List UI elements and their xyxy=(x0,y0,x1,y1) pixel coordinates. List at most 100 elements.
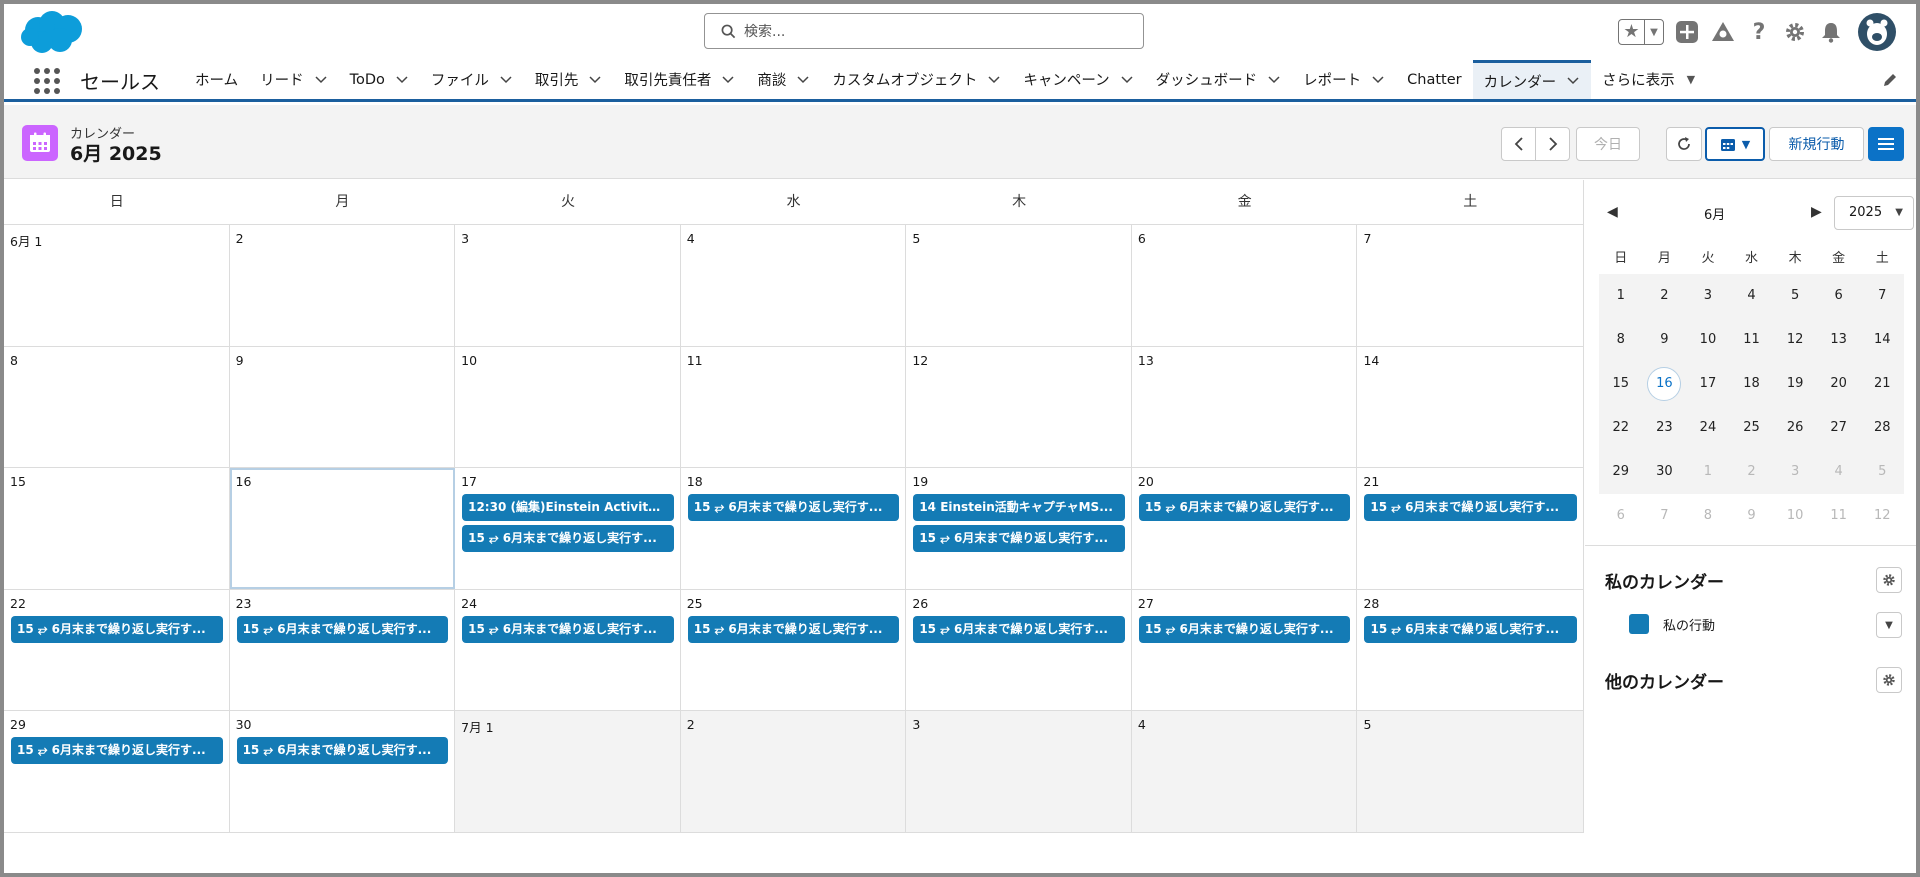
calendar-event[interactable]: 15 ⥂ 6月末まで繰り返し実行す... xyxy=(462,615,674,643)
day-cell[interactable]: 6月 1 xyxy=(4,225,230,346)
day-cell[interactable]: 18 15 ⥂ 6月末まで繰り返し実行す... xyxy=(681,468,907,589)
mini-day[interactable]: 3 xyxy=(1686,274,1730,318)
day-cell[interactable]: 29 15 ⥂ 6月末まで繰り返し実行す... xyxy=(4,711,230,832)
day-cell[interactable]: 17 12:30 (編集)Einstein Activity C... 15 ⥂ 6… xyxy=(455,468,681,589)
mini-day[interactable]: 14 xyxy=(1860,318,1904,362)
tab-7[interactable]: カスタムオブジェクト xyxy=(821,60,1012,99)
day-cell[interactable]: 3 xyxy=(455,225,681,346)
mini-day[interactable]: 30 xyxy=(1643,450,1687,494)
tab-1[interactable]: リード xyxy=(249,60,339,99)
mini-day[interactable]: 3 xyxy=(1773,450,1817,494)
my-calendar-menu-button[interactable]: ▼ xyxy=(1876,612,1902,638)
day-cell[interactable]: 19 14 Einstein活動キャプチャMS... 15 ⥂ 6月末まで繰り返し実… xyxy=(906,468,1132,589)
setup-button[interactable] xyxy=(1782,19,1808,45)
trailhead-button[interactable] xyxy=(1710,19,1736,45)
mini-day[interactable]: 12 xyxy=(1860,494,1904,538)
mini-day[interactable]: 19 xyxy=(1773,362,1817,406)
mini-day[interactable]: 29 xyxy=(1599,450,1643,494)
my-calendars-settings-button[interactable] xyxy=(1876,567,1902,593)
chevron-down-icon[interactable] xyxy=(1566,76,1580,86)
global-actions-button[interactable] xyxy=(1674,19,1700,45)
mini-next-icon[interactable]: ▶ xyxy=(1811,204,1822,220)
day-cell[interactable]: 2 xyxy=(680,711,907,832)
mini-day[interactable]: 2 xyxy=(1643,274,1687,318)
mini-day[interactable]: 17 xyxy=(1686,362,1730,406)
day-cell[interactable]: 9 xyxy=(230,346,456,468)
mini-day[interactable]: 21 xyxy=(1860,362,1904,406)
notifications-button[interactable] xyxy=(1818,19,1844,45)
salesforce-logo[interactable] xyxy=(20,10,86,56)
mini-day[interactable]: 26 xyxy=(1773,406,1817,450)
mini-day[interactable]: 25 xyxy=(1730,406,1774,450)
tab-9[interactable]: ダッシュボード xyxy=(1145,60,1293,99)
chevron-down-icon[interactable] xyxy=(499,75,513,85)
chevron-down-icon[interactable] xyxy=(721,75,735,85)
day-cell[interactable]: 20 15 ⥂ 6月末まで繰り返し実行す... xyxy=(1132,468,1358,589)
calendar-event[interactable]: 15 ⥂ 6月末まで繰り返し実行す... xyxy=(11,615,223,643)
other-calendars-settings-button[interactable] xyxy=(1876,667,1902,693)
mini-day[interactable]: 4 xyxy=(1817,450,1861,494)
mini-day[interactable]: 23 xyxy=(1643,406,1687,450)
tab-more[interactable]: さらに表示 ▼ xyxy=(1591,60,1706,99)
calendar-event[interactable]: 15 ⥂ 6月末まで繰り返し実行す... xyxy=(1138,615,1351,643)
calendar-event[interactable]: 15 ⥂ 6月末まで繰り返し実行す... xyxy=(236,737,449,765)
prev-month-button[interactable] xyxy=(1501,127,1536,161)
calendar-event[interactable]: 15 ⥂ 6月末まで繰り返し実行す... xyxy=(11,737,223,765)
day-cell[interactable]: 6 xyxy=(1132,225,1358,346)
help-button[interactable]: ? xyxy=(1746,19,1772,45)
edit-nav-icon[interactable] xyxy=(1882,72,1898,88)
chevron-down-icon[interactable] xyxy=(395,75,409,85)
calendar-event[interactable]: 14 Einstein活動キャプチャMS... xyxy=(913,494,1125,522)
day-cell[interactable]: 15 xyxy=(4,468,230,589)
calendar-event[interactable]: 15 ⥂ 6月末まで繰り返し実行す... xyxy=(1364,494,1577,522)
mini-day[interactable]: 1 xyxy=(1686,450,1730,494)
day-cell[interactable]: 5 xyxy=(906,225,1132,346)
user-avatar[interactable] xyxy=(1858,13,1896,51)
next-month-button[interactable] xyxy=(1535,127,1570,161)
mini-day[interactable]: 4 xyxy=(1730,274,1774,318)
day-cell[interactable]: 13 xyxy=(1132,346,1358,468)
chevron-down-icon[interactable] xyxy=(588,75,602,85)
mini-day[interactable]: 15 xyxy=(1599,362,1643,406)
global-search-input[interactable]: 検索... xyxy=(704,13,1144,49)
my-calendar-item[interactable]: 私の行動 xyxy=(1629,614,1715,634)
day-cell[interactable]: 28 15 ⥂ 6月末まで繰り返し実行す... xyxy=(1357,590,1583,711)
chevron-down-icon[interactable] xyxy=(1120,75,1134,85)
mini-day[interactable]: 13 xyxy=(1817,318,1861,362)
day-cell[interactable]: 4 xyxy=(1131,711,1358,832)
day-cell[interactable]: 11 xyxy=(681,346,907,468)
mini-day[interactable]: 11 xyxy=(1730,318,1774,362)
calendar-event[interactable]: 15 ⥂ 6月末まで繰り返し実行す... xyxy=(236,615,449,643)
day-cell[interactable]: 14 xyxy=(1357,347,1583,468)
mini-day[interactable]: 27 xyxy=(1817,406,1861,450)
day-cell[interactable]: 7 xyxy=(1357,225,1583,346)
chevron-down-icon[interactable] xyxy=(1371,75,1385,85)
calendar-event[interactable]: 15 ⥂ 6月末まで繰り返し実行す... xyxy=(913,615,1125,643)
tab-11[interactable]: Chatter xyxy=(1396,60,1472,99)
mini-day[interactable]: 5 xyxy=(1860,450,1904,494)
mini-day[interactable]: 10 xyxy=(1686,318,1730,362)
mini-day[interactable]: 16 xyxy=(1643,362,1687,406)
tab-5[interactable]: 取引先責任者 xyxy=(613,60,746,99)
new-event-button[interactable]: 新規行動 xyxy=(1769,127,1864,161)
day-cell[interactable]: 7月 1 xyxy=(455,711,681,832)
mini-day[interactable]: 1 xyxy=(1599,274,1643,318)
day-cell[interactable]: 21 15 ⥂ 6月末まで繰り返し実行す... xyxy=(1357,468,1583,589)
day-cell[interactable]: 12 xyxy=(906,346,1132,468)
mini-day[interactable]: 18 xyxy=(1730,362,1774,406)
today-button[interactable]: 今日 xyxy=(1576,127,1640,161)
calendar-event[interactable]: 15 ⥂ 6月末まで繰り返し実行す... xyxy=(687,615,900,643)
day-cell[interactable]: 10 xyxy=(455,346,681,468)
favorites-button[interactable]: ★ ▼ xyxy=(1618,19,1664,45)
mini-day[interactable]: 2 xyxy=(1730,450,1774,494)
day-cell[interactable]: 22 15 ⥂ 6月末まで繰り返し実行す... xyxy=(4,589,230,711)
tab-10[interactable]: レポート xyxy=(1292,60,1396,99)
day-cell[interactable]: 27 15 ⥂ 6月末まで繰り返し実行す... xyxy=(1132,589,1358,711)
list-view-button[interactable] xyxy=(1868,127,1904,161)
calendar-event[interactable]: 15 ⥂ 6月末まで繰り返し実行す... xyxy=(687,494,900,522)
calendar-event[interactable]: 15 ⥂ 6月末まで繰り返し実行す... xyxy=(1364,615,1578,643)
tab-0[interactable]: ホーム xyxy=(184,60,249,99)
calendar-view-button[interactable]: ▼ xyxy=(1705,127,1765,161)
mini-day[interactable]: 5 xyxy=(1773,274,1817,318)
mini-day[interactable]: 10 xyxy=(1773,494,1817,538)
